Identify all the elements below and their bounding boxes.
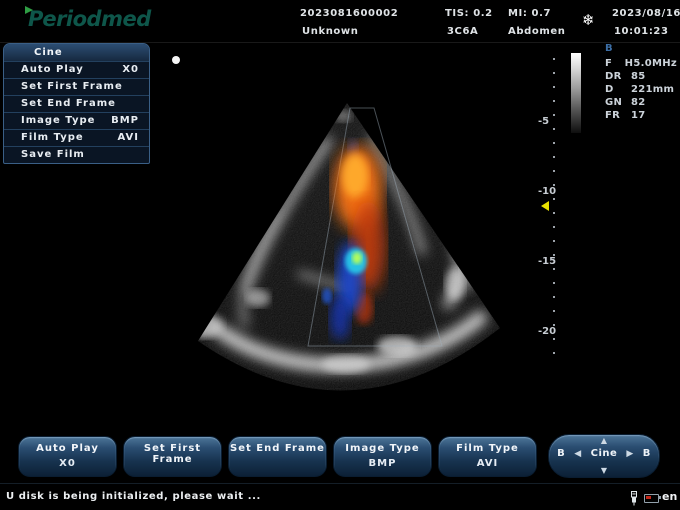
context-menu-header: Cine: [4, 44, 149, 61]
exam-preset: Abdomen: [508, 26, 565, 37]
cine-nav-control[interactable]: ▲ B ◀ Cine ▶ B ▼: [548, 434, 660, 478]
exam-id: 2023081600002: [300, 8, 398, 19]
menu-item-image-type[interactable]: Image Type BMP: [4, 112, 149, 129]
menu-item-film-type[interactable]: Film Type AVI: [4, 129, 149, 146]
usb-icon: [629, 491, 639, 506]
system-date: 2023/08/16: [612, 8, 680, 19]
auto-play-button[interactable]: Auto Play X0: [18, 436, 117, 477]
cine-context-menu: Cine Auto Play X0 Set First Frame Set En…: [3, 43, 150, 164]
image-parameters: FH5.0MHz DR85 D221mm GN82 FR17: [605, 57, 677, 122]
cine-right-mode-label[interactable]: B: [643, 448, 651, 459]
brand-logo: Periodmed: [28, 7, 151, 31]
status-message: U disk is being initialized, please wait…: [6, 491, 261, 502]
mi-value: MI: 0.7: [508, 8, 551, 19]
language-indicator[interactable]: en: [662, 490, 677, 503]
cine-up-icon[interactable]: ▲: [549, 437, 659, 445]
focus-marker-icon: [541, 201, 549, 211]
system-time: 10:01:23: [614, 26, 669, 37]
menu-item-save-film[interactable]: Save Film: [4, 146, 149, 163]
ultrasound-image: [150, 46, 550, 396]
param-dynamic-range: DR85: [605, 70, 677, 83]
depth-label: -20: [538, 326, 558, 337]
cine-prev-icon[interactable]: ◀: [574, 449, 581, 459]
depth-label: -15: [538, 256, 558, 267]
param-depth: D221mm: [605, 83, 677, 96]
film-type-button[interactable]: Film Type AVI: [438, 436, 537, 477]
mode-label: B: [605, 43, 613, 54]
probe-model: 3C6A: [447, 26, 478, 37]
menu-item-set-end-frame[interactable]: Set End Frame: [4, 95, 149, 112]
cine-down-icon[interactable]: ▼: [549, 467, 659, 475]
depth-label: -10: [538, 186, 558, 197]
menu-item-auto-play[interactable]: Auto Play X0: [4, 61, 149, 78]
param-frame-rate: FR17: [605, 109, 677, 122]
depth-ruler: [553, 58, 555, 356]
set-end-frame-button[interactable]: Set End Frame: [228, 436, 327, 477]
cine-label: Cine: [591, 448, 618, 459]
bottom-status-bar: U disk is being initialized, please wait…: [0, 483, 680, 510]
ultrasound-app-screen: Periodmed 2023081600002 Unknown TIS: 0.2…: [0, 0, 680, 510]
cine-left-mode-label[interactable]: B: [557, 448, 565, 459]
cine-next-icon[interactable]: ▶: [626, 449, 633, 459]
top-status-bar: Periodmed 2023081600002 Unknown TIS: 0.2…: [0, 0, 680, 43]
image-type-button[interactable]: Image Type BMP: [333, 436, 432, 477]
param-frequency: FH5.0MHz: [605, 57, 677, 70]
param-gain: GN82: [605, 96, 677, 109]
freeze-snowflake-icon: ❄: [582, 11, 595, 29]
menu-item-set-first-frame[interactable]: Set First Frame: [4, 78, 149, 95]
patient-name: Unknown: [302, 26, 358, 37]
depth-label: -5: [538, 116, 558, 127]
set-first-frame-button[interactable]: Set First Frame: [123, 436, 222, 477]
battery-icon: [644, 494, 659, 503]
tis-value: TIS: 0.2: [445, 8, 493, 19]
probe-orientation-marker: [172, 56, 180, 64]
grayscale-bar: [571, 53, 581, 133]
